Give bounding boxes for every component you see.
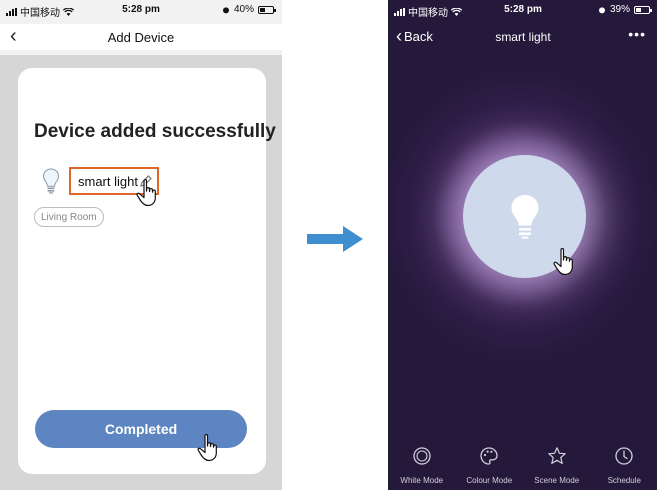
circle-icon <box>413 447 431 465</box>
alarm-icon <box>598 6 605 13</box>
smart-light-screen: 中国移动 5:28 pm 39% ‹ Back smart light ••• <box>388 0 657 490</box>
status-right: 39% <box>598 4 652 15</box>
status-bar: 中国移动 5:28 pm 39% <box>388 0 657 20</box>
nav-bar: ‹ Back smart light ••• <box>388 26 657 50</box>
page-title: Add Device <box>107 30 175 45</box>
bulb-icon <box>42 168 60 194</box>
transition-arrow-icon <box>307 226 363 252</box>
tab-white-mode[interactable]: White Mode <box>389 438 455 490</box>
clock-icon <box>615 447 633 465</box>
alarm-icon <box>222 6 229 13</box>
success-heading: Device added successfully <box>34 121 276 142</box>
battery-percent: 40% <box>233 4 254 15</box>
add-device-screen: 中国移动 5:28 pm 40% ‹ Add Device Device add… <box>0 0 282 490</box>
status-right: 40% <box>222 4 276 15</box>
more-menu-icon[interactable]: ••• <box>628 26 646 42</box>
battery-percent: 39% <box>609 4 630 15</box>
tab-scene-mode[interactable]: Scene Mode <box>524 438 590 490</box>
palette-icon <box>480 447 498 465</box>
hand-pointer-icon <box>553 248 573 276</box>
tab-colour-mode[interactable]: Colour Mode <box>456 438 522 490</box>
status-bar: 中国移动 5:28 pm 40% <box>0 0 282 20</box>
page-title: smart light <box>495 30 551 44</box>
battery-icon <box>634 5 652 14</box>
star-icon <box>547 447 566 464</box>
bulb-icon <box>511 194 538 239</box>
mode-tab-bar: White Mode Colour Mode Scene Mode Schedu… <box>388 438 657 490</box>
tab-label: Schedule <box>607 476 641 485</box>
tab-label: Colour Mode <box>466 476 513 485</box>
tab-label: White Mode <box>400 476 444 485</box>
success-card: Device added successfully smart light Li… <box>18 68 276 474</box>
nav-bar: ‹ Add Device <box>0 24 282 50</box>
device-name-text: smart light <box>78 173 138 189</box>
tab-label: Scene Mode <box>534 476 580 485</box>
hand-pointer-icon <box>197 434 217 462</box>
battery-icon <box>258 5 276 14</box>
hand-pointer-icon <box>136 179 156 207</box>
room-chip[interactable]: Living Room <box>34 207 104 227</box>
tab-schedule[interactable]: Schedule <box>591 438 657 490</box>
